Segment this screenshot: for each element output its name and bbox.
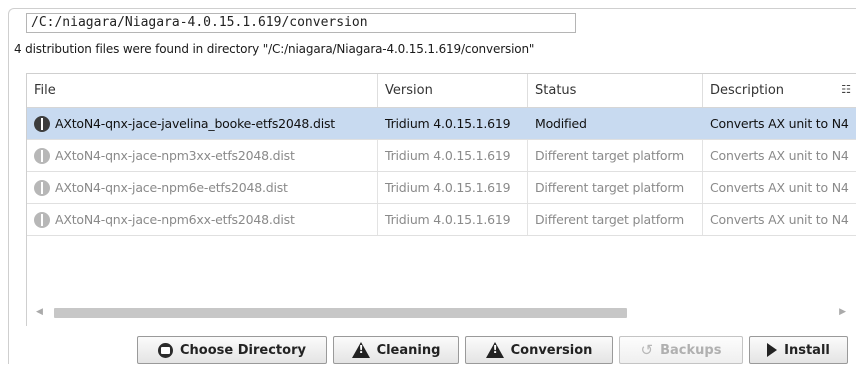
play-icon bbox=[767, 343, 778, 357]
status-cell: Modified bbox=[528, 108, 703, 139]
status-cell: Different target platform bbox=[528, 172, 703, 203]
file-name: AXtoN4-qnx-jace-npm6e-etfs2048.dist bbox=[55, 180, 288, 195]
file-name: AXtoN4-qnx-jace-npm6xx-etfs2048.dist bbox=[55, 212, 295, 227]
install-button[interactable]: Install bbox=[749, 336, 848, 364]
version-cell: Tridium 4.0.15.1.619 bbox=[378, 108, 528, 139]
table-header: File Version Status Description ☷ bbox=[27, 74, 856, 108]
cleaning-button[interactable]: Cleaning bbox=[333, 336, 459, 364]
version-cell: Tridium 4.0.15.1.619 bbox=[378, 204, 528, 235]
file-cell: AXtoN4-qnx-jace-npm3xx-etfs2048.dist bbox=[27, 140, 378, 171]
backups-label: Backups bbox=[660, 342, 722, 358]
table-options-icon[interactable]: ☷ bbox=[841, 83, 851, 96]
scroll-left-icon[interactable]: ◀ bbox=[36, 307, 43, 317]
dist-file-icon bbox=[34, 179, 50, 196]
dist-file-icon bbox=[34, 115, 50, 132]
description-cell: Converts AX unit to N4 bbox=[710, 180, 849, 195]
column-header-file[interactable]: File bbox=[27, 74, 378, 107]
table-row[interactable]: AXtoN4-qnx-jace-npm3xx-etfs2048.dist Tri… bbox=[27, 140, 856, 172]
conversion-label: Conversion bbox=[510, 342, 593, 358]
version-cell: Tridium 4.0.15.1.619 bbox=[378, 172, 528, 203]
table-row[interactable]: AXtoN4-qnx-jace-npm6xx-etfs2048.dist Tri… bbox=[27, 204, 856, 236]
history-icon: ↺ bbox=[640, 341, 654, 359]
install-label: Install bbox=[784, 342, 830, 358]
action-toolbar: Choose Directory Cleaning Conversion ↺ B… bbox=[0, 336, 856, 364]
column-header-status[interactable]: Status bbox=[528, 74, 703, 107]
warning-icon bbox=[485, 342, 504, 358]
dist-file-icon bbox=[34, 147, 50, 164]
scrollbar-thumb[interactable] bbox=[54, 308, 627, 318]
status-cell: Different target platform bbox=[528, 140, 703, 171]
cleaning-label: Cleaning bbox=[376, 342, 441, 358]
column-header-version[interactable]: Version bbox=[378, 74, 528, 107]
description-cell: Converts AX unit to N4 bbox=[710, 212, 849, 227]
choose-directory-icon bbox=[158, 342, 174, 358]
distribution-table: File Version Status Description ☷ AXtoN4… bbox=[26, 73, 856, 326]
description-cell: Converts AX unit to N4 bbox=[710, 148, 849, 163]
distribution-count-text: 4 distribution files were found in direc… bbox=[14, 42, 535, 56]
scroll-right-icon[interactable]: ▶ bbox=[839, 307, 846, 317]
warning-icon bbox=[351, 342, 370, 358]
dist-file-icon bbox=[34, 211, 50, 228]
status-cell: Different target platform bbox=[528, 204, 703, 235]
file-name: AXtoN4-qnx-jace-npm3xx-etfs2048.dist bbox=[55, 148, 295, 163]
file-cell: AXtoN4-qnx-jace-npm6e-etfs2048.dist bbox=[27, 172, 378, 203]
file-cell: AXtoN4-qnx-jace-javelina_booke-etfs2048.… bbox=[27, 108, 378, 139]
version-cell: Tridium 4.0.15.1.619 bbox=[378, 140, 528, 171]
file-cell: AXtoN4-qnx-jace-npm6xx-etfs2048.dist bbox=[27, 204, 378, 235]
conversion-button[interactable]: Conversion bbox=[465, 336, 613, 364]
file-name: AXtoN4-qnx-jace-javelina_booke-etfs2048.… bbox=[55, 116, 335, 131]
choose-directory-button[interactable]: Choose Directory bbox=[137, 336, 327, 364]
backups-button[interactable]: ↺ Backups bbox=[619, 336, 743, 364]
description-cell: Converts AX unit to N4 bbox=[710, 116, 849, 131]
table-row[interactable]: AXtoN4-qnx-jace-npm6e-etfs2048.dist Trid… bbox=[27, 172, 856, 204]
directory-path-field[interactable]: /C:/niagara/Niagara-4.0.15.1.619/convers… bbox=[26, 13, 576, 33]
table-row[interactable]: AXtoN4-qnx-jace-javelina_booke-etfs2048.… bbox=[27, 108, 856, 140]
choose-directory-label: Choose Directory bbox=[180, 342, 306, 358]
horizontal-scrollbar[interactable]: ◀ ▶ bbox=[26, 305, 856, 323]
column-header-description[interactable]: Description bbox=[703, 74, 856, 107]
